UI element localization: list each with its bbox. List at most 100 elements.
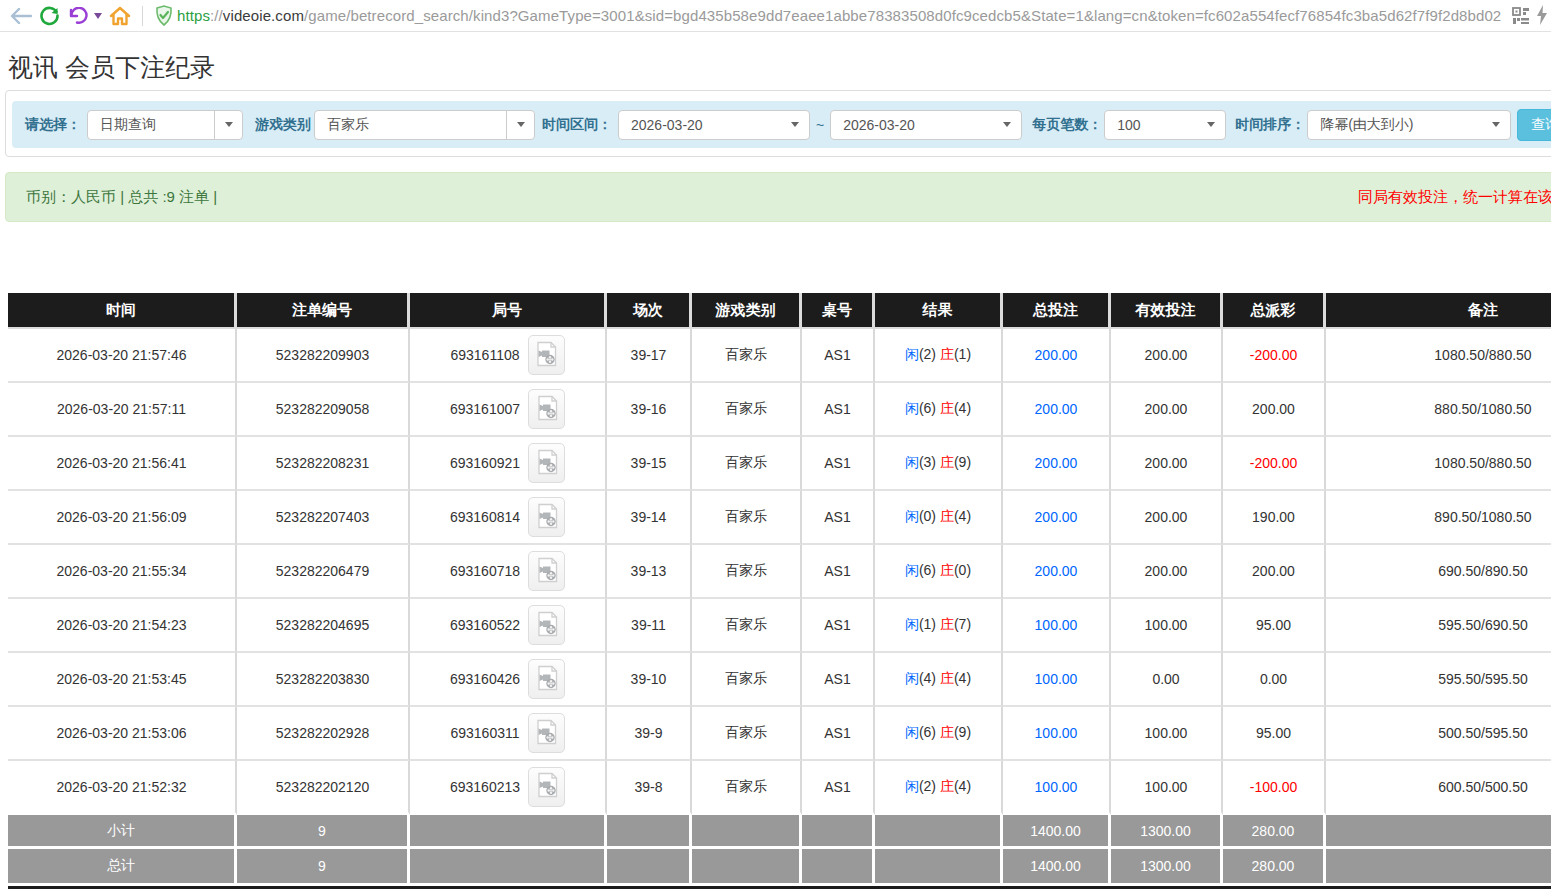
- cell-bet-id: 523282208231: [237, 437, 410, 491]
- date-from-input[interactable]: 2026-03-20: [618, 110, 810, 140]
- cell-session: 39-16: [607, 383, 692, 437]
- cell-payout: 0.00: [1223, 653, 1326, 707]
- cell-remark: 690.50/890.50: [1326, 545, 1551, 599]
- total-row-empty-remark: [1326, 849, 1551, 883]
- cell-result: 闲(4) 庄(4): [875, 653, 1003, 707]
- subtotal-row-empty-session: [607, 815, 692, 849]
- cell-game-type: 百家乐: [692, 437, 802, 491]
- back-icon[interactable]: [8, 4, 34, 28]
- result-player-label: 闲: [905, 400, 919, 416]
- cell-remark: 890.50/1080.50: [1326, 491, 1551, 545]
- total-bet-link[interactable]: 200.00: [1035, 401, 1078, 417]
- cell-game-type: 百家乐: [692, 491, 802, 545]
- shield-icon[interactable]: [151, 4, 177, 28]
- result-banker-count: (1): [954, 346, 971, 362]
- total-bet-link[interactable]: 200.00: [1035, 347, 1078, 363]
- lightning-icon[interactable]: [1534, 4, 1550, 26]
- cell-valid-bet: 200.00: [1111, 383, 1223, 437]
- cell-session: 39-10: [607, 653, 692, 707]
- table-row: 2026-03-20 21:57:11523282209058693161007…: [8, 383, 1551, 437]
- video-replay-button[interactable]: [528, 389, 565, 429]
- cell-round: 693160426: [410, 653, 607, 707]
- total-bet-link[interactable]: 200.00: [1035, 563, 1078, 579]
- cell-result: 闲(1) 庄(7): [875, 599, 1003, 653]
- cell-result: 闲(6) 庄(9): [875, 707, 1003, 761]
- result-player-label: 闲: [905, 508, 919, 524]
- result-player-count: (2): [919, 346, 936, 362]
- result-player-label: 闲: [905, 778, 919, 794]
- page-size-label: 每页笔数：: [1032, 116, 1102, 134]
- total-bet-link[interactable]: 100.00: [1035, 779, 1078, 795]
- payout-value: -100.00: [1250, 779, 1297, 795]
- video-replay-button[interactable]: [528, 551, 565, 591]
- sort-select[interactable]: 降幂(由大到小): [1307, 110, 1511, 140]
- cell-result: 闲(3) 庄(9): [875, 437, 1003, 491]
- cell-time: 2026-03-20 21:54:23: [8, 599, 237, 653]
- query-type-label: 请选择：: [25, 116, 81, 134]
- round-number: 693160921: [450, 455, 520, 471]
- qr-icon[interactable]: [1512, 7, 1530, 25]
- summary-currency-text: 币别：人民币 | 总共 :9 注单 |: [26, 188, 217, 207]
- home-icon[interactable]: [104, 4, 136, 28]
- round-number: 693160426: [450, 671, 520, 687]
- cell-bet-id: 523282202120: [237, 761, 410, 815]
- search-button[interactable]: 查询: [1517, 109, 1551, 141]
- video-replay-button[interactable]: [528, 713, 565, 753]
- cell-total-bet: 100.00: [1003, 707, 1111, 761]
- column-header-0: 时间: [8, 293, 237, 329]
- page-size-select[interactable]: 100: [1104, 110, 1226, 140]
- video-file-icon: [535, 395, 559, 424]
- cell-bet-id: 523282203830: [237, 653, 410, 707]
- cell-payout: 190.00: [1223, 491, 1326, 545]
- video-replay-button[interactable]: [528, 497, 565, 537]
- summary-bar: 币别：人民币 | 总共 :9 注单 | 同局有效投注，统一计算在该局: [5, 172, 1551, 222]
- cell-total-bet: 200.00: [1003, 383, 1111, 437]
- round-number: 693160311: [450, 725, 519, 741]
- total-bet-link[interactable]: 100.00: [1035, 725, 1078, 741]
- payout-value: 95.00: [1256, 725, 1291, 741]
- sort-label: 时间排序：: [1235, 116, 1305, 134]
- date-to-input[interactable]: 2026-03-20: [830, 110, 1022, 140]
- query-type-select[interactable]: 日期查询: [87, 110, 243, 140]
- result-player-count: (6): [919, 400, 936, 416]
- address-bar[interactable]: https://videoie.com/game/betrecord_searc…: [177, 7, 1507, 24]
- subtotal-row-empty-result: [875, 815, 1003, 849]
- undo-dropdown-caret[interactable]: [92, 4, 104, 28]
- table-row: 2026-03-20 21:56:09523282207403693160814…: [8, 491, 1551, 545]
- result-banker-label: 庄: [940, 346, 954, 362]
- game-type-select[interactable]: 百家乐: [314, 110, 535, 140]
- cell-result: 闲(2) 庄(1): [875, 329, 1003, 383]
- total-bet-link[interactable]: 100.00: [1035, 671, 1078, 687]
- total-bet-link[interactable]: 100.00: [1035, 617, 1078, 633]
- payout-value: -200.00: [1250, 347, 1297, 363]
- video-replay-button[interactable]: [528, 659, 565, 699]
- cell-table-no: AS1: [802, 653, 875, 707]
- sort-value: 降幂(由大到小): [1308, 116, 1482, 134]
- total-bet-link[interactable]: 200.00: [1035, 509, 1078, 525]
- cell-time: 2026-03-20 21:57:11: [8, 383, 237, 437]
- chevron-down-icon: [1003, 122, 1011, 127]
- cell-payout: -200.00: [1223, 437, 1326, 491]
- round-number: 693160522: [450, 617, 520, 633]
- table-row: 2026-03-20 21:52:32523282202120693160213…: [8, 761, 1551, 815]
- toolbar-divider: [142, 6, 143, 26]
- video-replay-button[interactable]: [528, 443, 565, 483]
- cell-round: 693161007: [410, 383, 607, 437]
- total-bet-link[interactable]: 200.00: [1035, 455, 1078, 471]
- video-replay-button[interactable]: [528, 335, 565, 375]
- cell-result: 闲(0) 庄(4): [875, 491, 1003, 545]
- subtotal-row-empty-game: [692, 815, 802, 849]
- undo-icon[interactable]: [64, 4, 92, 28]
- refresh-icon[interactable]: [34, 4, 64, 28]
- video-replay-button[interactable]: [528, 767, 565, 807]
- cell-round: 693160213: [410, 761, 607, 815]
- video-replay-button[interactable]: [528, 605, 565, 645]
- cell-time: 2026-03-20 21:57:46: [8, 329, 237, 383]
- cell-remark: 880.50/1080.50: [1326, 383, 1551, 437]
- cell-valid-bet: 100.00: [1111, 761, 1223, 815]
- round-number: 693160814: [450, 509, 520, 525]
- total-row-empty-game: [692, 849, 802, 883]
- result-banker-label: 庄: [940, 778, 954, 794]
- result-banker-count: (9): [954, 724, 971, 740]
- result-player-label: 闲: [905, 616, 919, 632]
